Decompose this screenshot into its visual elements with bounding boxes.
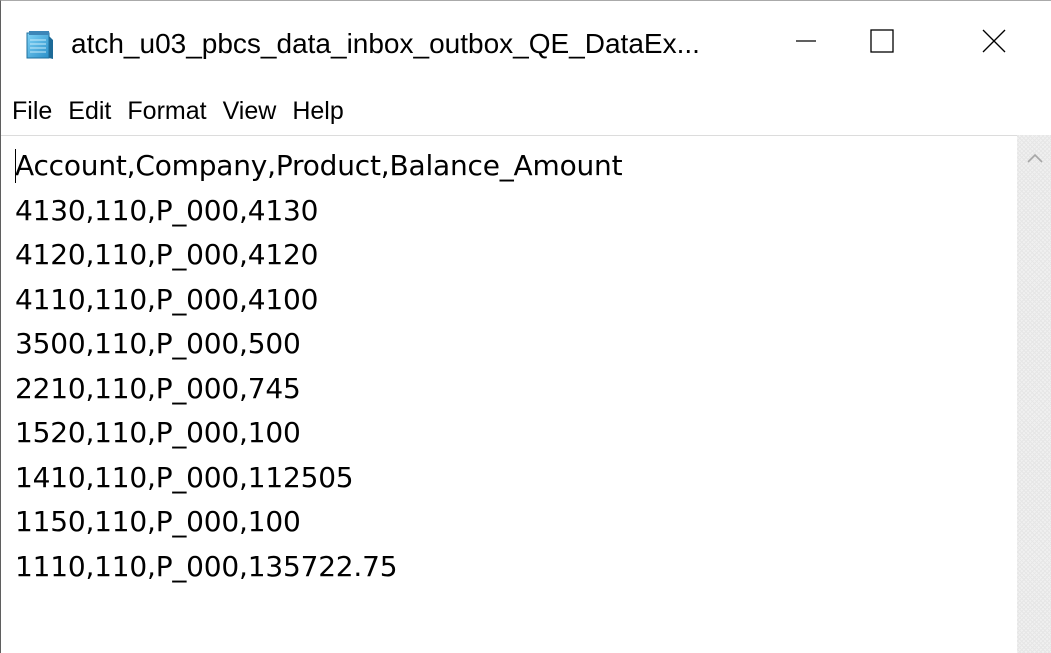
text-line: 2210,110,P_000,745 bbox=[15, 371, 301, 405]
text-line: Account,Company,Product,Balance_Amount bbox=[15, 149, 623, 182]
maximize-icon bbox=[869, 28, 895, 59]
minimize-button[interactable] bbox=[763, 1, 849, 85]
menu-view[interactable]: View bbox=[215, 94, 285, 128]
text-line: 3500,110,P_000,500 bbox=[15, 327, 301, 360]
text-line: 1110,110,P_000,135722.75 bbox=[15, 549, 398, 583]
menu-help[interactable]: Help bbox=[284, 94, 351, 128]
vertical-scrollbar[interactable] bbox=[1017, 135, 1051, 653]
close-button[interactable] bbox=[951, 1, 1037, 85]
close-icon bbox=[981, 28, 1007, 59]
chevron-up-icon bbox=[1026, 151, 1044, 169]
text-line: 1150,110,P_000,100 bbox=[15, 505, 301, 538]
notepad-window: atch_u03_pbcs_data_inbox_outbox_QE_DataE… bbox=[0, 0, 1051, 653]
editor-content: Account,Company,Product,Balance_Amount 4… bbox=[15, 144, 623, 589]
title-bar[interactable]: atch_u03_pbcs_data_inbox_outbox_QE_DataE… bbox=[1, 1, 1051, 85]
text-line: 4110,110,P_000,4100 bbox=[15, 282, 319, 316]
text-line: 1520,110,P_000,100 bbox=[15, 416, 301, 449]
text-line: 4120,110,P_000,4120 bbox=[15, 238, 319, 271]
maximize-button[interactable] bbox=[839, 1, 925, 85]
window-title: atch_u03_pbcs_data_inbox_outbox_QE_DataE… bbox=[71, 28, 700, 59]
scroll-up-button[interactable] bbox=[1017, 145, 1051, 175]
minimize-icon bbox=[794, 29, 818, 58]
menu-file[interactable]: File bbox=[1, 94, 60, 128]
menu-bar: File Edit Format View Help bbox=[1, 89, 1051, 133]
menu-format[interactable]: Format bbox=[119, 94, 214, 128]
text-editor[interactable]: Account,Company,Product,Balance_Amount 4… bbox=[1, 135, 1017, 653]
text-line: 1410,110,P_000,112505 bbox=[15, 460, 354, 494]
menu-edit[interactable]: Edit bbox=[60, 94, 119, 128]
notepad-icon[interactable] bbox=[25, 30, 55, 60]
text-line: 4130,110,P_000,4130 bbox=[15, 193, 319, 227]
